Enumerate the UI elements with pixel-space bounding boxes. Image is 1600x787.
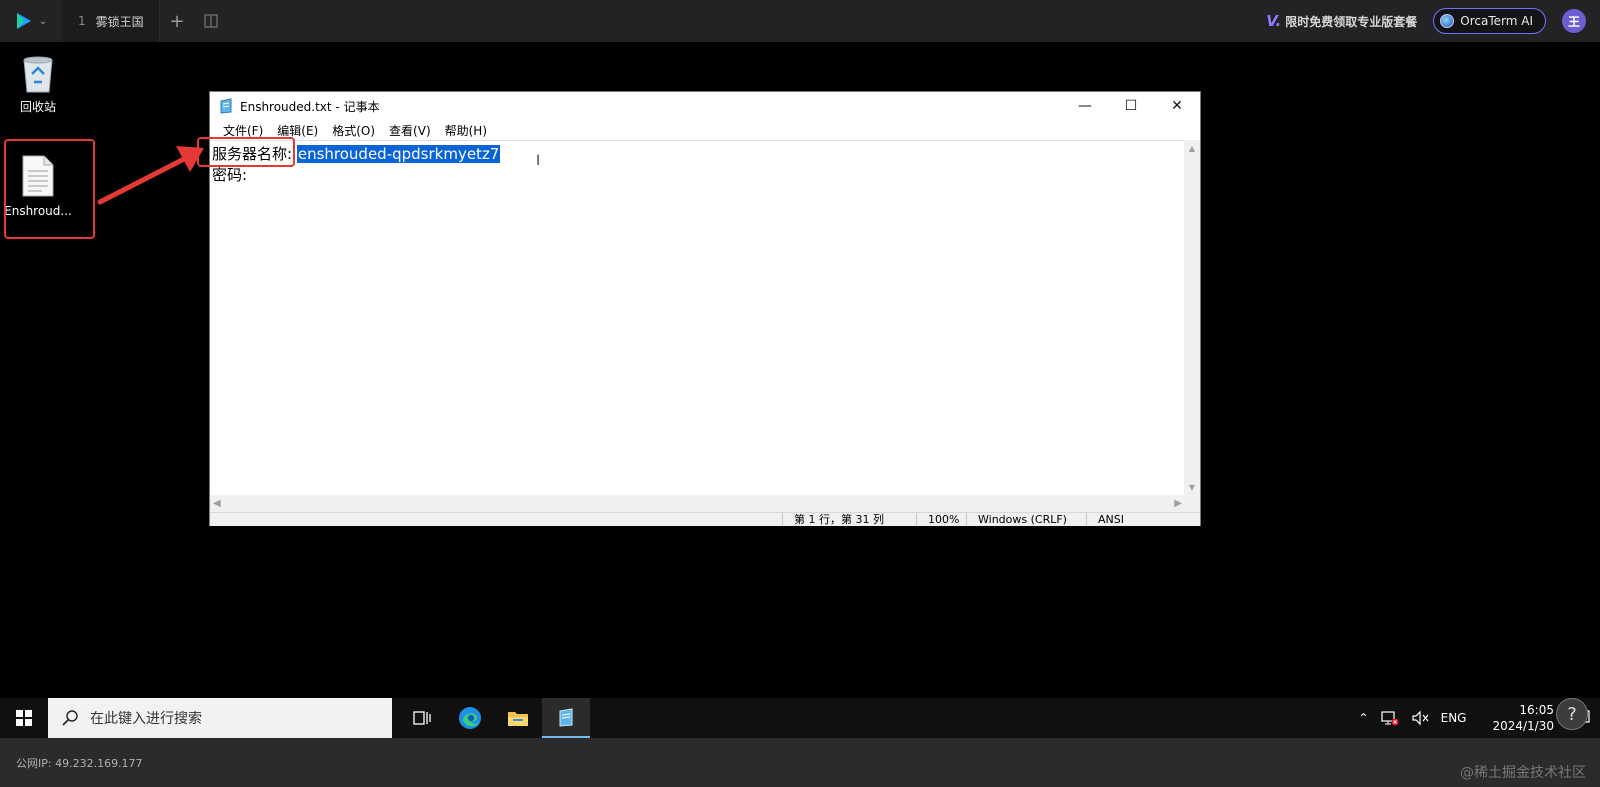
windows-taskbar: 在此键入进行搜索 ⌃ ENG 16:05 2024/1/30 — [0, 698, 1600, 738]
watermark-text: @稀土掘金技术社区 — [1460, 765, 1586, 781]
minimize-icon: — — [1078, 98, 1092, 114]
add-tab-button[interactable]: + — [160, 0, 194, 42]
annotation-arrow — [97, 146, 204, 205]
taskbar-edge[interactable] — [446, 698, 494, 738]
windows-logo-icon — [16, 710, 32, 726]
ai-orb-icon — [1440, 14, 1455, 28]
maximize-button[interactable]: ☐ — [1108, 92, 1154, 120]
task-view-icon — [413, 711, 431, 725]
orcaterm-ai-button[interactable]: OrcaTerm AI — [1433, 8, 1546, 34]
search-placeholder: 在此键入进行搜索 — [90, 711, 202, 727]
menu-help[interactable]: 帮助(H) — [438, 122, 494, 139]
tab-title: 雾锁王国 — [95, 14, 144, 29]
taskbar-clock[interactable]: 16:05 2024/1/30 — [1492, 702, 1554, 734]
vip-icon: V. — [1266, 12, 1282, 30]
tab-index: 1 — [78, 14, 86, 28]
scrollbar-corner — [1184, 495, 1200, 512]
text-line-1: 服务器名称: enshrouded-qpdsrkmyetz7 — [212, 144, 1183, 165]
promo-link[interactable]: V. 限时免费领取专业版套餐 — [1266, 12, 1417, 30]
ai-button-label: OrcaTerm AI — [1460, 14, 1533, 28]
password-label: 密码: — [212, 166, 248, 184]
taskbar-notepad[interactable] — [542, 698, 590, 738]
network-disconnected-icon[interactable] — [1381, 710, 1399, 726]
menu-edit[interactable]: 编辑(E) — [270, 122, 325, 139]
selected-server-name[interactable]: enshrouded-qpdsrkmyetz7 — [296, 145, 501, 163]
status-bar: 第 1 行，第 31 列 100% Windows (CRLF) ANSI — [210, 512, 1200, 526]
text-line-2: 密码: — [212, 165, 1183, 186]
folder-icon — [508, 712, 528, 726]
text-cursor-icon: I — [536, 153, 541, 169]
plus-icon: + — [169, 10, 185, 32]
menu-bar: 文件(F) 编辑(E) 格式(O) 查看(V) 帮助(H) — [210, 120, 1200, 140]
desktop-icon-label: 回收站 — [19, 100, 56, 114]
session-tab[interactable]: 1 雾锁王国 — [62, 0, 160, 42]
menu-format[interactable]: 格式(O) — [325, 122, 382, 139]
maximize-icon: ☐ — [1124, 98, 1138, 114]
input-language[interactable]: ENG — [1441, 711, 1467, 725]
app-top-bar: ⌄ 1 雾锁王国 + V. 限时免费领取专业版套餐 OrcaTerm AI 王 — [0, 0, 1600, 42]
public-ip-text: 公网IP: 49.232.169.177 — [16, 756, 143, 770]
connection-info-bar: 公网IP: 49.232.169.177 — [0, 738, 1600, 787]
close-icon: ✕ — [1171, 98, 1183, 114]
taskbar-file-explorer[interactable] — [494, 698, 542, 738]
split-view-icon — [204, 14, 218, 28]
status-line-ending: Windows (CRLF) — [966, 513, 1067, 526]
status-position: 第 1 行，第 31 列 — [782, 513, 884, 526]
split-view-button[interactable] — [194, 0, 228, 42]
annotation-box-label — [197, 137, 295, 167]
scroll-down-icon[interactable]: ▼ — [1184, 479, 1200, 495]
desktop-icon-recycle-bin[interactable]: 回收站 — [0, 52, 78, 115]
annotation-box-file — [4, 139, 95, 239]
menu-file[interactable]: 文件(F) — [216, 122, 270, 139]
search-icon — [62, 710, 78, 726]
window-title: Enshrouded.txt - 记事本 — [240, 99, 380, 114]
scroll-right-icon[interactable]: ▶ — [1174, 498, 1182, 509]
edge-browser-icon — [459, 707, 481, 729]
recycle-bin-icon — [23, 56, 53, 93]
start-button[interactable] — [0, 698, 48, 738]
app-logo-menu[interactable]: ⌄ — [0, 0, 62, 42]
notepad-icon — [220, 98, 232, 114]
scroll-left-icon[interactable]: ◀ — [213, 498, 221, 509]
close-button[interactable]: ✕ — [1154, 92, 1200, 120]
horizontal-scrollbar[interactable]: ◀ ▶ — [210, 495, 1185, 512]
clock-time: 16:05 — [1519, 703, 1554, 717]
vertical-scrollbar[interactable]: ▲ ▼ — [1184, 140, 1200, 495]
taskbar-search-box[interactable]: 在此键入进行搜索 — [48, 698, 392, 738]
notepad-title-bar[interactable]: Enshrouded.txt - 记事本 — ☐ ✕ — [210, 92, 1200, 120]
show-hidden-icons-icon[interactable]: ⌃ — [1359, 711, 1369, 725]
logo-icon — [16, 13, 31, 29]
help-button[interactable]: ? — [1556, 698, 1588, 730]
clock-date: 2024/1/30 — [1492, 719, 1554, 733]
text-editor-area[interactable]: 服务器名称: enshrouded-qpdsrkmyetz7 密码: I — [210, 140, 1185, 495]
chevron-down-icon: ⌄ — [38, 15, 48, 27]
menu-view[interactable]: 查看(V) — [382, 122, 438, 139]
minimize-button[interactable]: — — [1062, 92, 1108, 120]
status-encoding: ANSI — [1086, 513, 1124, 526]
scroll-up-icon[interactable]: ▲ — [1184, 140, 1200, 156]
notepad-icon — [559, 708, 573, 727]
promo-text: 限时免费领取专业版套餐 — [1285, 14, 1418, 29]
status-zoom: 100% — [916, 513, 959, 526]
speaker-muted-icon[interactable] — [1411, 710, 1429, 726]
task-view-button[interactable] — [398, 698, 446, 738]
notepad-window[interactable]: Enshrouded.txt - 记事本 — ☐ ✕ 文件(F) 编辑(E) 格… — [197, 91, 1201, 526]
avatar[interactable]: 王 — [1562, 9, 1586, 33]
